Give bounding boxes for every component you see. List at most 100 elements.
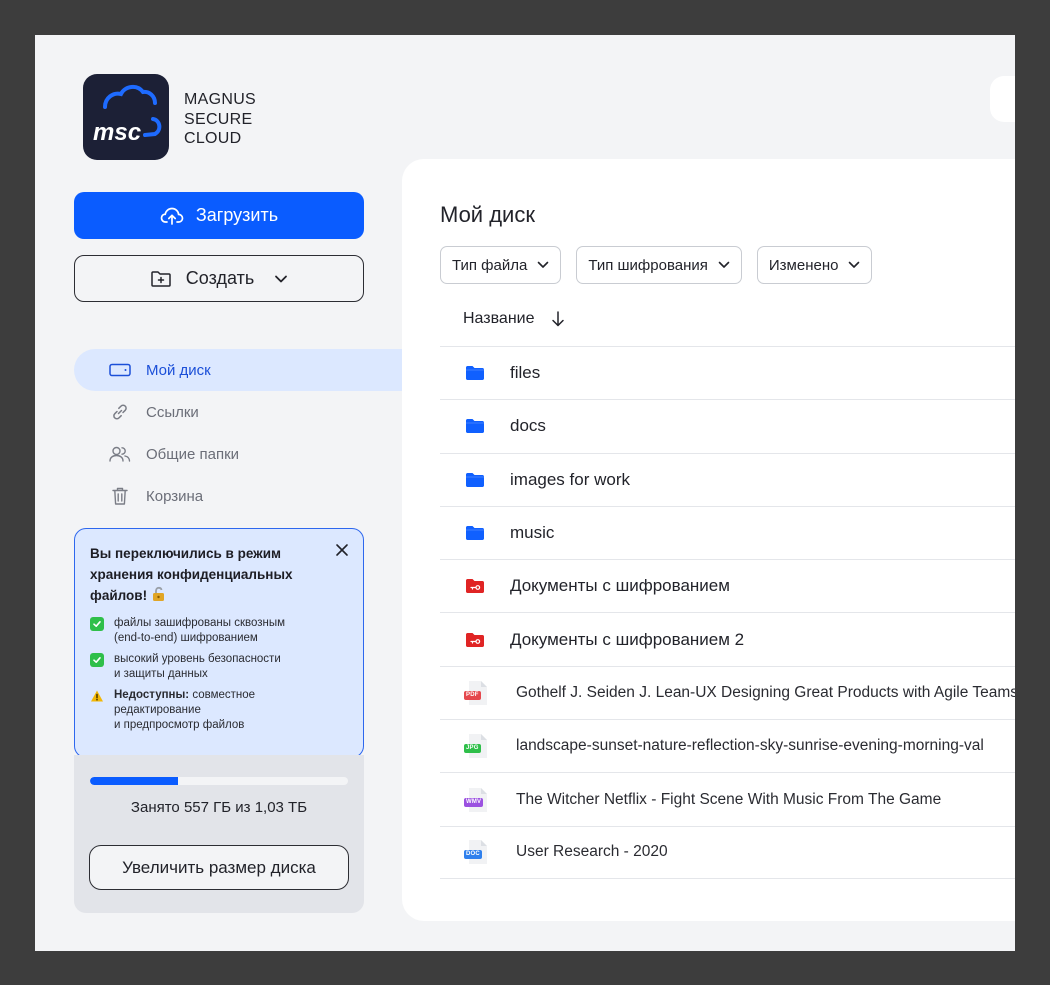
notice-list: файлы зашифрованы сквозным (end-to-end) … (90, 616, 349, 733)
filter-label: Изменено (768, 256, 839, 274)
notice-line: редактирование (114, 704, 201, 716)
encrypted-folder-icon (440, 632, 510, 648)
folder-icon (440, 418, 510, 434)
sidebar-item-my-drive[interactable]: Мой диск (74, 349, 404, 391)
notice-title: Вы переключились в режим хранения конфид… (90, 543, 320, 606)
filter-file-type[interactable]: Тип файла (440, 246, 562, 284)
folder-add-icon (151, 270, 171, 287)
secure-mode-notice: Вы переключились в режим хранения конфид… (74, 528, 364, 758)
file-ext-badge: DOC (464, 850, 482, 860)
create-button-label: Создать (185, 268, 255, 288)
link-icon (108, 402, 132, 422)
search-field-partial[interactable] (990, 76, 1015, 122)
upload-button-label: Загрузить (195, 205, 279, 225)
sidebar-item-label: Корзина (146, 487, 204, 505)
cloud-upload-icon (160, 207, 184, 225)
main-panel: Мой диск Тип файла Тип шифрования Измене… (402, 159, 1015, 921)
filter-bar: Тип файла Тип шифрования Изменено (440, 246, 873, 284)
storage-progress-fill (90, 777, 178, 785)
warning-icon (90, 689, 104, 703)
increase-storage-label: Увеличить размер диска (122, 857, 316, 877)
brand-name-line: MAGNUS (184, 91, 257, 108)
notice-item: Недоступны: совместное редактирование и … (90, 688, 349, 733)
chevron-down-icon (275, 275, 288, 282)
sidebar-nav: Мой диск Ссылки Общие папки Корзина (74, 349, 404, 517)
sidebar-item-links[interactable]: Ссылки (74, 391, 404, 433)
brand-name: MAGNUS SECURE CLOUD (184, 90, 256, 149)
trash-icon (108, 486, 132, 506)
sidebar-item-shared-folders[interactable]: Общие папки (74, 433, 404, 475)
column-header-label: Название (463, 310, 535, 327)
file-ext-badge: PDF (464, 690, 481, 700)
notice-line: файлы зашифрованы сквозным (114, 617, 286, 629)
list-item[interactable]: Документы с шифрованием (440, 559, 1015, 612)
list-item[interactable]: WMV The Witcher Netflix - Fight Scene Wi… (440, 772, 1015, 825)
item-name: music (510, 523, 555, 543)
sort-arrow-down-icon (551, 311, 564, 327)
item-name: images for work (510, 469, 630, 489)
filter-modified[interactable]: Изменено (756, 246, 873, 284)
filter-encryption-type[interactable]: Тип шифрования (576, 246, 742, 284)
chevron-down-icon (718, 261, 730, 268)
notice-item-text: Недоступны: совместное редактирование и … (114, 688, 255, 733)
pdf-file-icon: PDF (464, 680, 489, 706)
notice-title-text: Вы переключились в режим хранения конфид… (90, 546, 293, 603)
item-name: The Witcher Netflix - Fight Scene With M… (516, 790, 942, 808)
brand-name-line: SECURE (184, 110, 253, 128)
list-item[interactable]: images for work (440, 452, 1015, 506)
notice-line: высокий уровень безопасности (114, 653, 281, 665)
notice-line: и предпросмотр файлов (114, 719, 245, 731)
list-item[interactable]: PDF Gothelf J. Seiden J. Lean-UX Designi… (440, 665, 1015, 719)
item-name: docs (510, 416, 546, 436)
folder-icon (440, 472, 510, 488)
notice-item: высокий уровень безопасности и защиты да… (90, 652, 349, 682)
file-ext-badge: JPG (464, 744, 481, 754)
filter-label: Тип шифрования (588, 256, 708, 274)
file-icon-wrap: JPG (440, 733, 516, 759)
increase-storage-button[interactable]: Увеличить размер диска (89, 845, 349, 890)
video-file-icon: WMV (464, 787, 489, 813)
item-name: files (510, 363, 541, 383)
drive-icon (108, 360, 132, 380)
sidebar-item-label: Мой диск (146, 361, 211, 379)
item-name: Gothelf J. Seiden J. Lean-UX Designing G… (516, 683, 1015, 701)
item-name: landscape-sunset-nature-reflection-sky-s… (516, 737, 984, 755)
notice-line: (end-to-end) шифрованием (114, 632, 258, 644)
storage-panel: Занято 557 ГБ из 1,03 ТБ Увеличить разме… (74, 755, 364, 913)
brand-logo: msc (83, 74, 169, 160)
list-item[interactable]: JPG landscape-sunset-nature-reflection-s… (440, 719, 1015, 772)
list-item[interactable]: docs (440, 399, 1015, 452)
storage-progress-bar (90, 777, 348, 785)
logo-lettering: msc (93, 119, 141, 146)
check-icon (90, 617, 104, 631)
list-item[interactable]: music (440, 505, 1015, 559)
list-item[interactable]: Документы с шифрованием 2 (440, 612, 1015, 665)
chevron-down-icon (849, 261, 860, 268)
sidebar-item-label: Общие папки (146, 445, 240, 463)
notice-item: файлы зашифрованы сквозным (end-to-end) … (90, 616, 349, 646)
notice-bold: Недоступны: (114, 689, 190, 701)
file-icon-wrap: WMV (440, 787, 516, 813)
users-icon (108, 444, 132, 464)
item-name: Документы с шифрованием (510, 576, 730, 596)
notice-line: и защиты данных (114, 668, 208, 680)
list-item[interactable]: files (440, 346, 1015, 399)
upload-button[interactable]: Загрузить (74, 192, 364, 239)
image-file-icon: JPG (464, 733, 489, 759)
app-window: msc MAGNUS SECURE CLOUD Загрузить Создат… (35, 35, 1015, 951)
brand-name-line: CLOUD (184, 130, 242, 147)
close-icon[interactable] (335, 543, 349, 562)
file-ext-badge: WMV (464, 797, 484, 807)
file-list: files docs images for work music Докумен… (440, 346, 1015, 879)
item-name: User Research - 2020 (516, 843, 668, 861)
column-header-name[interactable]: Название (463, 310, 565, 328)
sidebar-item-trash[interactable]: Корзина (74, 475, 404, 517)
create-button[interactable]: Создать (74, 255, 364, 302)
file-icon-wrap: PDF (440, 680, 516, 706)
notice-item-text: файлы зашифрованы сквозным (end-to-end) … (114, 616, 285, 646)
lock-icon (152, 586, 164, 601)
page-title: Мой диск (440, 202, 535, 227)
filter-label: Тип файла (452, 256, 528, 274)
list-item[interactable]: DOC User Research - 2020 (440, 825, 1015, 879)
sidebar-item-label: Ссылки (146, 403, 199, 421)
